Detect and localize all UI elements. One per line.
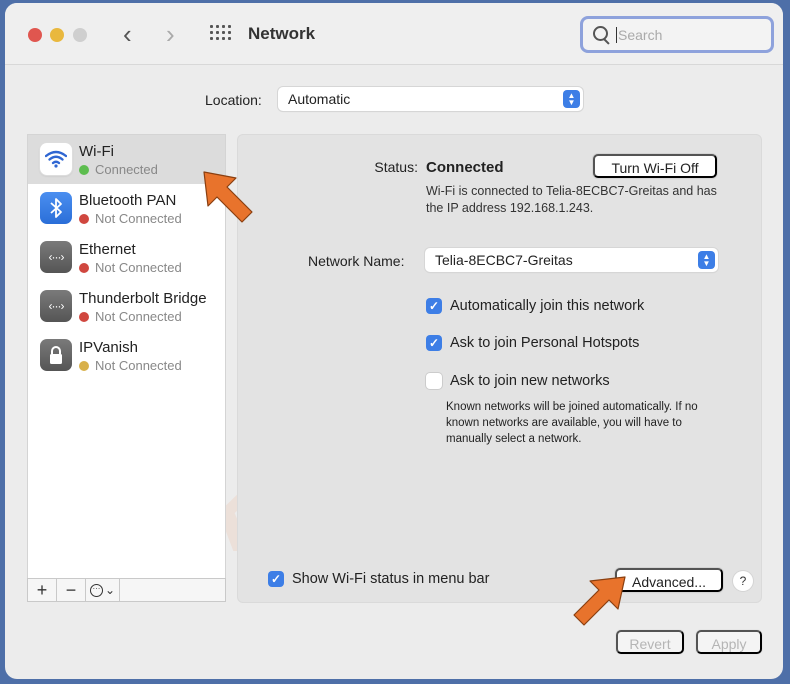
service-status: Not Connected (79, 358, 182, 373)
thunderbolt-bridge-icon: ‹···› (40, 290, 72, 322)
network-name-select[interactable]: Telia-8ECBC7-Greitas ▲ ▼ (425, 248, 718, 272)
ethernet-icon: ‹···› (40, 241, 72, 273)
apply-button[interactable]: Apply (696, 630, 762, 654)
help-button[interactable]: ? (733, 571, 753, 591)
service-status: Not Connected (79, 309, 182, 324)
status-dot-green (79, 164, 89, 175)
search-icon (592, 25, 612, 45)
service-item-wifi[interactable]: Wi-Fi Connected (28, 135, 225, 184)
title-bar: ‹ › Network (5, 3, 783, 65)
location-select[interactable]: Automatic ▲ ▼ (278, 87, 583, 111)
ask-new-networks-checkbox[interactable]: Ask to join new networks (426, 373, 610, 389)
minimize-window-button[interactable] (50, 28, 64, 42)
status-description: Wi-Fi is connected to Telia-8ECBC7-Greit… (426, 184, 717, 215)
advanced-button[interactable]: Advanced... (615, 568, 723, 592)
service-status-text: Not Connected (95, 309, 182, 324)
service-name: IPVanish (79, 339, 138, 356)
checkmark-icon: ✓ (268, 571, 284, 587)
show-wifi-status-label: Show Wi-Fi status in menu bar (292, 571, 490, 587)
status-value: Connected (426, 159, 504, 176)
service-list-toolbar: + − ··· ⌄ (27, 578, 226, 602)
chevron-left-icon[interactable]: ‹ (123, 20, 132, 48)
network-name-value: Telia-8ECBC7-Greitas (435, 252, 573, 268)
wifi-icon (40, 143, 72, 175)
service-status-text: Not Connected (95, 260, 182, 275)
chevron-up-down-icon: ▲ ▼ (563, 90, 580, 108)
add-service-button[interactable]: + (28, 579, 57, 601)
service-status: Not Connected (79, 260, 182, 275)
chevron-right-icon[interactable]: › (166, 20, 175, 48)
auto-join-label: Automatically join this network (450, 298, 645, 314)
service-status: Not Connected (79, 211, 182, 226)
window-title: Network (248, 24, 316, 43)
location-value: Automatic (288, 91, 351, 107)
checkmark-icon: ✓ (426, 335, 442, 351)
status-label: Status: (374, 159, 418, 175)
network-preferences-window: ‹ › Network risk.com Location: Automatic… (5, 3, 783, 679)
ask-personal-hotspots-checkbox[interactable]: ✓ Ask to join Personal Hotspots (426, 335, 639, 351)
chevron-up-down-icon: ▲ ▼ (698, 251, 715, 269)
revert-button[interactable]: Revert (616, 630, 684, 654)
ask-new-networks-label: Ask to join new networks (450, 373, 610, 389)
show-wifi-status-checkbox[interactable]: ✓ Show Wi-Fi status in menu bar (268, 571, 489, 587)
auto-join-checkbox[interactable]: ✓ Automatically join this network (426, 298, 644, 314)
checkmark-icon: ✓ (426, 298, 442, 314)
ask-personal-hotspots-label: Ask to join Personal Hotspots (450, 335, 640, 351)
service-item-thunderbolt-bridge[interactable]: ‹···› Thunderbolt Bridge Not Connected (28, 282, 225, 331)
close-window-button[interactable] (28, 28, 42, 42)
search-field[interactable] (580, 16, 774, 53)
service-name: Wi-Fi (79, 143, 114, 160)
service-status: Connected (79, 162, 158, 177)
service-name: Bluetooth PAN (79, 192, 177, 209)
status-dot-red (79, 262, 89, 273)
remove-service-button[interactable]: − (57, 579, 86, 601)
ellipsis-circle-icon: ··· (89, 583, 103, 597)
turn-wifi-off-button[interactable]: Turn Wi-Fi Off (593, 154, 717, 178)
service-name: Thunderbolt Bridge (79, 290, 207, 307)
wifi-detail-panel: Status: Connected Turn Wi-Fi Off Wi-Fi i… (237, 134, 762, 603)
vpn-lock-icon (40, 339, 72, 371)
service-status-text: Not Connected (95, 358, 182, 373)
chevron-down-icon: ⌄ (104, 583, 116, 597)
bluetooth-icon (40, 192, 72, 224)
location-row: Location: Automatic ▲ ▼ (5, 87, 783, 113)
location-label: Location: (205, 92, 262, 108)
zoom-window-button[interactable] (73, 28, 87, 42)
status-dot-yellow (79, 360, 89, 371)
service-actions-menu-button[interactable]: ··· ⌄ (86, 579, 120, 601)
service-name: Ethernet (79, 241, 136, 258)
service-item-ethernet[interactable]: ‹···› Ethernet Not Connected (28, 233, 225, 282)
service-status-text: Connected (95, 162, 158, 177)
network-name-label: Network Name: (308, 253, 405, 269)
show-all-grid-icon[interactable] (210, 25, 231, 42)
search-input[interactable] (616, 26, 756, 43)
service-list: Wi-Fi Connected Bluetooth PAN Not Connec… (27, 134, 226, 578)
status-dot-red (79, 213, 89, 224)
service-item-ipvanish[interactable]: IPVanish Not Connected (28, 331, 225, 380)
service-item-bluetooth-pan[interactable]: Bluetooth PAN Not Connected (28, 184, 225, 233)
unchecked-box-icon (426, 373, 442, 389)
status-dot-red (79, 311, 89, 322)
service-status-text: Not Connected (95, 211, 182, 226)
known-networks-note: Known networks will be joined automatica… (446, 401, 698, 445)
